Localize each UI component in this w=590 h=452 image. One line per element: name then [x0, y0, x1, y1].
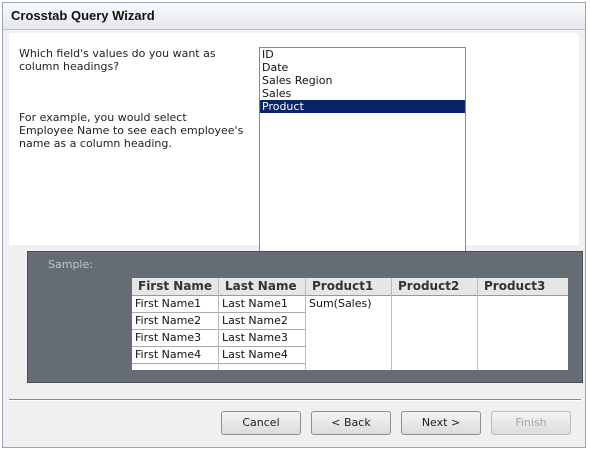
col-last-name: Last Name Last Name1 Last Name2 Last Nam… [219, 278, 306, 370]
cancel-button[interactable]: Cancel [221, 411, 301, 435]
cell-first-name-3: First Name3 [132, 330, 218, 347]
sample-grid: First Name First Name1 First Name2 First… [132, 278, 568, 370]
col-product1: Product1 Sum(Sales) [306, 278, 392, 370]
cell-last-name-4: Last Name4 [219, 347, 305, 364]
cell-first-name-2: First Name2 [132, 313, 218, 330]
wizard-window: Crosstab Query Wizard Which field's valu… [2, 2, 586, 448]
next-button[interactable]: Next > [401, 411, 481, 435]
col-first-name: First Name First Name1 First Name2 First… [132, 278, 219, 370]
cell-last-name-2: Last Name2 [219, 313, 305, 330]
cell-last-name-1: Last Name1 [219, 296, 305, 313]
field-item-sales-region[interactable]: Sales Region [260, 74, 465, 87]
finish-button[interactable]: Finish [491, 411, 571, 435]
header-product1: Product1 [306, 278, 391, 296]
cell-first-name-4: First Name4 [132, 347, 218, 364]
sample-label: Sample: [48, 258, 93, 271]
header-product2: Product2 [392, 278, 477, 296]
cell-last-name-3: Last Name3 [219, 330, 305, 347]
question-text: Which field's values do you want as colu… [19, 47, 216, 73]
header-product3: Product3 [478, 278, 568, 296]
cell-sum-sales: Sum(Sales) [309, 297, 372, 310]
title-bar[interactable]: Crosstab Query Wizard [3, 3, 585, 30]
col-product3: Product3 [478, 278, 568, 370]
field-selection-panel: Which field's values do you want as colu… [9, 33, 579, 265]
field-listbox[interactable]: ID Date Sales Region Sales Product [259, 47, 466, 265]
cell-first-name-1: First Name1 [132, 296, 218, 313]
window-title: Crosstab Query Wizard [11, 8, 155, 23]
header-last-name: Last Name [219, 278, 305, 296]
sample-preview: Sample: First Name First Name1 First Nam… [27, 251, 583, 383]
header-first-name: First Name [132, 278, 218, 296]
button-separator [9, 399, 581, 401]
field-item-sales[interactable]: Sales [260, 87, 465, 100]
field-item-id[interactable]: ID [260, 48, 465, 61]
col-product2: Product2 [392, 278, 478, 370]
field-item-date[interactable]: Date [260, 61, 465, 74]
example-text: For example, you would select Employee N… [19, 111, 244, 150]
field-item-product[interactable]: Product [260, 100, 465, 113]
back-button[interactable]: < Back [311, 411, 391, 435]
